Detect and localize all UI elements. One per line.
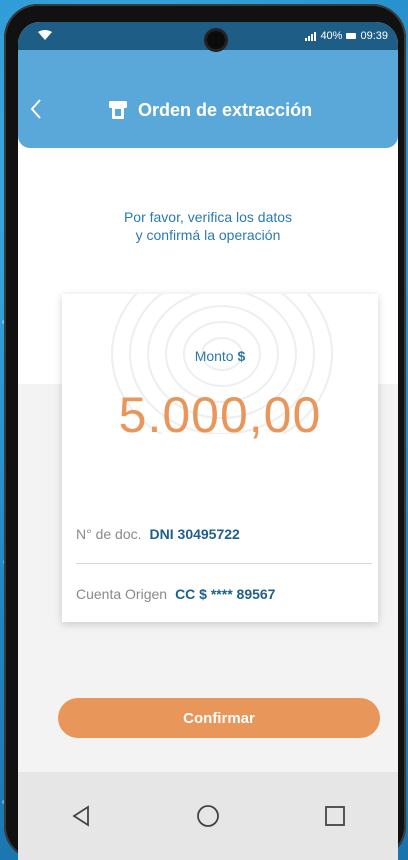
battery-percent: 40% — [320, 30, 343, 42]
front-camera — [204, 28, 228, 52]
back-chevron-icon[interactable] — [30, 98, 50, 122]
battery-icon — [346, 33, 357, 39]
amount-value: 5.000,00 — [118, 387, 322, 443]
clock: 09:39 — [360, 30, 388, 42]
nav-back-icon[interactable] — [61, 796, 101, 836]
account-label: Cuenta Origen — [76, 586, 168, 602]
screen: 40% 09:39 Orden de extracción Por favor,… — [18, 22, 398, 860]
instructions-line-2: y confirmá la operación — [135, 227, 281, 243]
phone-frame: 40% 09:39 Orden de extracción Por favor,… — [4, 4, 406, 860]
instructions-text: Por favor, verifica los datos y confirmá… — [18, 208, 398, 244]
account-value: CC $ **** 89567 — [175, 586, 276, 602]
header-title: Orden de extracción — [108, 98, 312, 122]
operation-summary-card: Monto $ 5.000,00 N° de doc. DNI 30495722… — [62, 294, 378, 622]
document-row: N° de doc. DNI 30495722 — [76, 504, 372, 564]
amount-label-text: Monto — [194, 348, 234, 364]
atm-icon — [109, 101, 127, 119]
signal-icon — [305, 31, 317, 41]
instructions-line-1: Por favor, verifica los datos — [123, 209, 293, 225]
confirm-button[interactable]: Confirmar — [58, 698, 380, 738]
amount-currency: $ — [237, 348, 246, 364]
document-label: N° de doc. — [76, 525, 142, 542]
app-header: Orden de extracción — [18, 50, 398, 148]
page-title: Orden de extracción — [138, 99, 313, 120]
amount-label: Monto $ — [62, 348, 378, 364]
nav-home-icon[interactable] — [188, 796, 228, 836]
system-nav-bar — [18, 772, 398, 860]
account-row: Cuenta Origen CC $ **** 89567 — [76, 564, 372, 624]
document-value: DNI 30495722 — [149, 525, 240, 542]
wifi-icon — [38, 29, 52, 43]
nav-recents-icon[interactable] — [315, 796, 355, 836]
